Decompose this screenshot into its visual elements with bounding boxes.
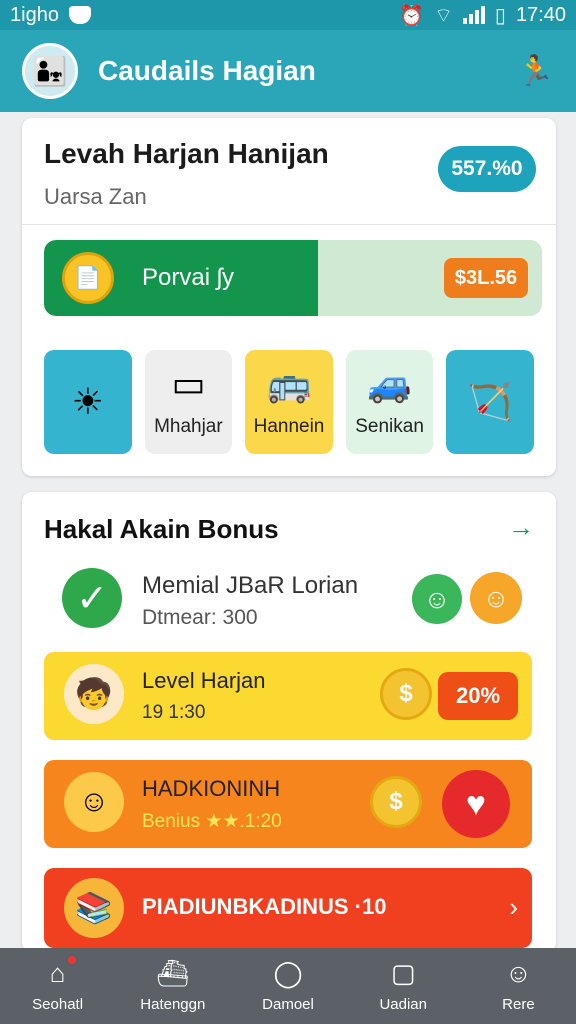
app-bar: 👨‍👧 Caudails Hagian 🏃 (0, 30, 576, 112)
heart-icon[interactable]: ♥ (442, 770, 510, 838)
row-subtitle: 19 1:30 (142, 702, 206, 723)
notification-dot (68, 956, 76, 964)
tile-hannein[interactable]: 🚌 Hannein (245, 350, 333, 454)
home-icon: ⌂ (49, 957, 66, 988)
tab-label: Damoel (262, 995, 314, 1013)
bonus-title: Hakal Akain Bonus (44, 514, 279, 544)
price-button[interactable]: $3L.56 (444, 258, 528, 298)
discount-badge[interactable]: 20% (438, 672, 518, 720)
row-title: HADKIONINH (142, 776, 281, 801)
row-subtitle: Benius ★★.1:20 (142, 811, 282, 832)
row-title: Level Harjan (142, 668, 266, 693)
boy-avatar-icon: 🧒 (64, 664, 124, 724)
row-title: PIADIUNBKADINUS ·10 (142, 894, 387, 919)
profile-icon: ☺ (505, 957, 532, 988)
level-card: Levah Harjan Hanijan Uarsa Zan 557.%0 📄 … (22, 118, 556, 476)
sun-icon: ☀ (71, 381, 104, 422)
tablet-icon: ▭ (171, 363, 206, 404)
wifi-icon: ⌔ (434, 4, 453, 27)
tile-label: Hannein (253, 416, 325, 437)
tile-bow[interactable]: 🏹 (446, 350, 534, 454)
shield-icon (68, 6, 91, 24)
dollar-coin-icon: $ (380, 668, 432, 720)
bus-icon: 🚌 (266, 363, 312, 404)
tab-seohatl[interactable]: ⌂ Seohatl (0, 948, 115, 1024)
chat-icon: ◯ (273, 957, 303, 988)
tile-mhahjar[interactable]: ▭ Mhahjar (144, 350, 233, 454)
battery-icon: ▯ (494, 4, 506, 27)
bonus-card: Hakal Akain Bonus → ✓ Memial JBaR Lorian… (22, 492, 556, 952)
check-icon: ✓ (62, 568, 122, 628)
runner-icon[interactable]: 🏃 (517, 54, 554, 89)
signal-icon (462, 6, 485, 24)
tab-label: Uadian (379, 995, 427, 1013)
tile-senikan[interactable]: 🚙 Senikan (345, 350, 434, 454)
tab-hatenggn[interactable]: ⛴ Hatenggn (115, 948, 230, 1024)
clock: 17:40 (515, 3, 566, 26)
tile-sun[interactable]: ☀ (44, 350, 132, 454)
hero-title: Memial JBaR Lorian (142, 572, 359, 599)
tab-uadian[interactable]: ▢ Uadian (346, 948, 461, 1024)
bonus-row-level[interactable]: 🧒 Level Harjan 19 1:30 $ 20% (44, 652, 532, 740)
car-icon: 🚙 (367, 363, 412, 404)
bear-smiley-icon: ☺ (470, 572, 522, 624)
bow-icon: 🏹 (467, 381, 513, 422)
level-header: Levah Harjan Hanijan Uarsa Zan (44, 138, 329, 210)
carrier-label: 1igho (10, 3, 59, 26)
bottom-tab-bar: ⌂ Seohatl ⛴ Hatenggn ◯ Damoel ▢ Uadian ☺… (0, 948, 576, 1024)
document-coin-icon: 📄 (62, 252, 114, 304)
square-icon: ▢ (390, 957, 416, 988)
bonus-row-hadkioninh[interactable]: ☺ HADKIONINH Benius ★★.1:20 $ ♥ (44, 760, 532, 848)
alarm-icon: ⏰ (399, 4, 425, 27)
level-title: Levah Harjan Hanijan (44, 138, 329, 169)
ship-icon: ⛴ (156, 957, 190, 988)
sun-hat-icon: ☺ (64, 772, 124, 832)
chevron-right-icon: › (509, 892, 518, 922)
level-score-pill[interactable]: 557.%0 (438, 146, 536, 192)
arrow-right-icon[interactable]: → (508, 512, 534, 543)
bonus-hero: ✓ Memial JBaR Lorian Dtmear: 300 ☺ ☺ (62, 568, 522, 638)
tab-label: Seohatl (32, 995, 84, 1013)
tile-label: Mhahjar (154, 416, 223, 437)
tile-label: Senikan (355, 416, 424, 437)
tab-rere[interactable]: ☺ Rere (461, 948, 576, 1024)
app-title: Caudails Hagian (98, 55, 316, 86)
book-stack-icon: 📚 (64, 878, 124, 938)
divider (22, 224, 556, 225)
bonus-row-bundle[interactable]: 📚 PIADIUNBKADINUS ·10 › (44, 868, 532, 948)
progress-label: Porvai ʃy (142, 264, 235, 291)
progress-bar[interactable]: 📄 Porvai ʃy $3L.56 (44, 240, 542, 316)
status-bar: 1igho ⏰ ⌔ ▯ 17:40 (0, 0, 576, 30)
hero-subtitle: Dtmear: 300 (142, 606, 258, 629)
tab-label: Rere (502, 995, 535, 1013)
level-subtitle: Uarsa Zan (44, 184, 147, 209)
green-smiley-icon: ☺ (412, 574, 462, 624)
tab-label: Hatenggn (140, 995, 206, 1013)
dollar-coin-icon: $ (370, 776, 422, 828)
category-tiles: ☀ ▭ Mhahjar 🚌 Hannein 🚙 Senikan 🏹 (44, 350, 534, 454)
tab-damoel[interactable]: ◯ Damoel (230, 948, 345, 1024)
avatar[interactable]: 👨‍👧 (22, 43, 78, 99)
